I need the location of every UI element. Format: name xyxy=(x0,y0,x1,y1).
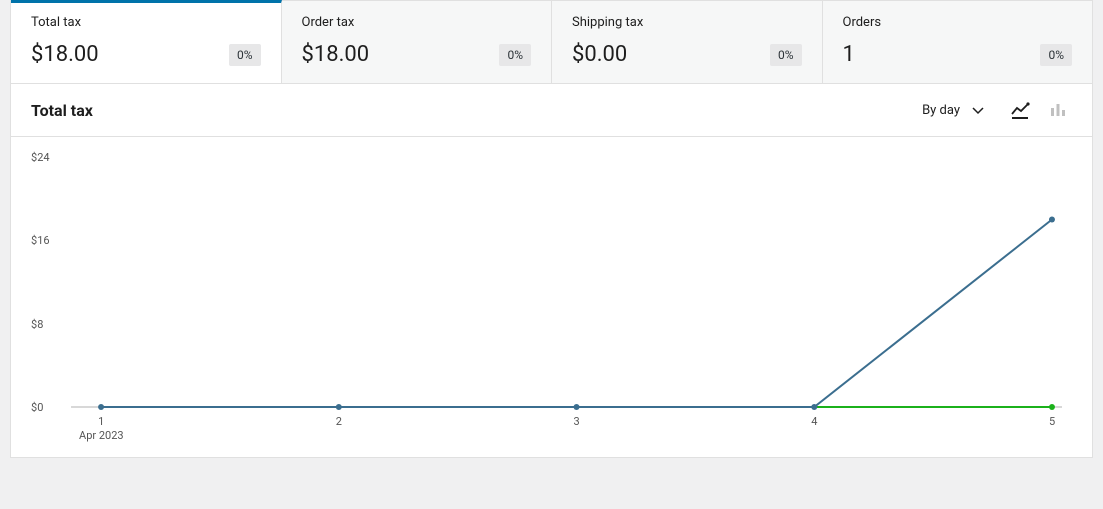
kpi-label: Total tax xyxy=(31,15,261,30)
kpi-value: $18.00 xyxy=(31,42,99,67)
kpi-value: $0.00 xyxy=(572,42,627,67)
kpi-delta: 0% xyxy=(770,44,802,66)
kpi-value: $18.00 xyxy=(302,42,370,67)
chart-type-bar-button[interactable] xyxy=(1044,98,1072,122)
x-tick-label: 4 xyxy=(811,415,817,428)
kpi-shipping-tax[interactable]: Shipping tax $0.00 0% xyxy=(552,1,823,83)
line-chart-icon xyxy=(1010,100,1030,120)
x-tick-label: 3 xyxy=(574,415,580,428)
data-point[interactable] xyxy=(574,404,580,410)
y-tick-label: $16 xyxy=(31,234,50,247)
chevron-down-icon xyxy=(970,102,986,118)
interval-select[interactable]: By day xyxy=(912,96,996,124)
chart-card: Total tax By day xyxy=(10,84,1093,458)
y-tick-label: $24 xyxy=(31,151,50,164)
y-tick-label: $0 xyxy=(31,401,43,414)
kpi-value: 1 xyxy=(843,42,855,67)
kpi-order-tax[interactable]: Order tax $18.00 0% xyxy=(282,1,553,83)
x-axis: 1 2 3 4 5 Apr 2023 xyxy=(79,415,1055,442)
data-point[interactable] xyxy=(336,404,342,410)
chart-header: Total tax By day xyxy=(11,84,1092,137)
data-point[interactable] xyxy=(811,404,817,410)
kpi-orders[interactable]: Orders 1 0% xyxy=(823,1,1093,83)
kpi-row: Total tax $18.00 0% Order tax $18.00 0% … xyxy=(10,0,1093,84)
series-current xyxy=(101,220,1052,408)
kpi-delta: 0% xyxy=(229,44,261,66)
y-axis: $24 $16 $8 $0 xyxy=(31,151,50,414)
kpi-label: Orders xyxy=(843,15,1073,30)
interval-label: By day xyxy=(922,103,960,118)
x-tick-label: 2 xyxy=(336,415,342,428)
x-sublabel: Apr 2023 xyxy=(79,429,124,442)
kpi-total-tax[interactable]: Total tax $18.00 0% xyxy=(11,0,282,83)
x-tick-label: 5 xyxy=(1049,415,1055,428)
data-point[interactable] xyxy=(98,404,104,410)
x-tick-label: 1 xyxy=(98,415,104,428)
kpi-label: Order tax xyxy=(302,15,532,30)
chart-svg: $24 $16 $8 $0 xyxy=(21,147,1072,447)
kpi-delta: 0% xyxy=(1040,44,1072,66)
data-point[interactable] xyxy=(1049,217,1055,223)
bar-chart-icon xyxy=(1048,100,1068,120)
chart-type-line-button[interactable] xyxy=(1006,98,1034,122)
chart-title: Total tax xyxy=(31,101,912,120)
data-point[interactable] xyxy=(1049,404,1055,410)
y-tick-label: $8 xyxy=(31,318,43,331)
chart-body: $24 $16 $8 $0 xyxy=(11,137,1092,457)
kpi-label: Shipping tax xyxy=(572,15,802,30)
kpi-delta: 0% xyxy=(499,44,531,66)
